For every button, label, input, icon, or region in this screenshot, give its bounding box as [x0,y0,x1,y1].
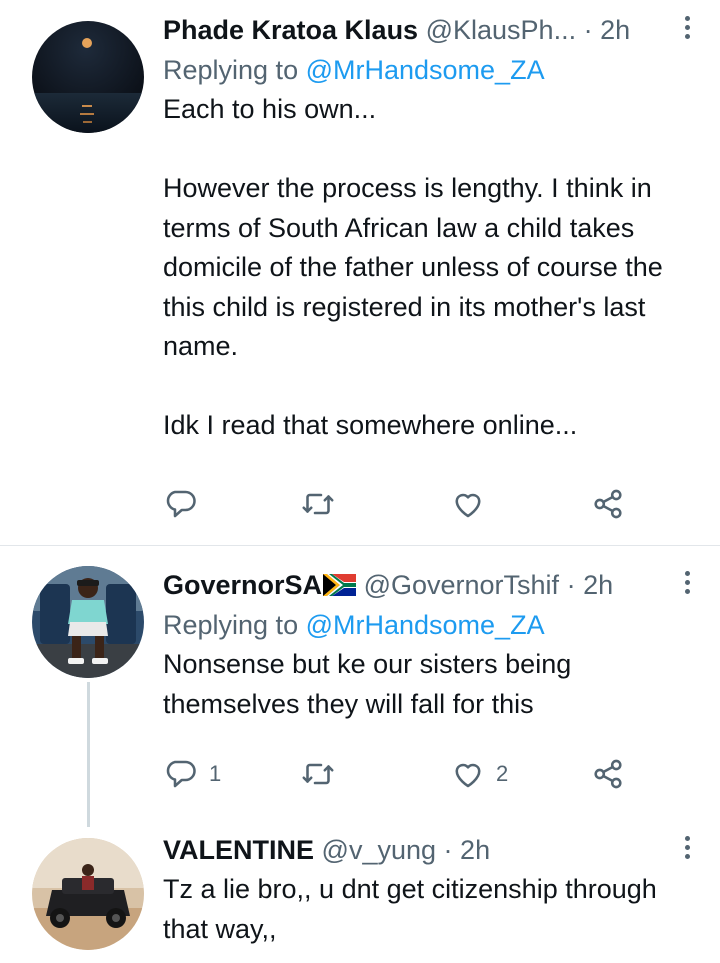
display-name[interactable]: VALENTINE [163,835,314,865]
replying-to: Replying to @MrHandsome_ZA [163,50,700,90]
reply-count: 1 [209,761,222,786]
tweet-actions [163,484,643,524]
like-button[interactable]: 2 [450,754,508,794]
avatar[interactable] [32,838,144,950]
replying-to-label: Replying to [163,55,306,85]
retweet-icon [302,493,334,515]
replying-to: Replying to @MrHandsome_ZA [163,605,700,645]
retweet-button[interactable] [300,484,336,524]
avatar[interactable] [32,566,144,678]
reply-icon [166,760,196,788]
tweet-text: Nonsense but ke our sisters being themse… [163,649,579,719]
retweet-icon [302,763,334,785]
more-options-icon[interactable] [682,571,692,599]
heart-icon [455,493,481,518]
user-handle[interactable]: @GovernorTshif [364,570,559,600]
separator-dot: · [566,570,576,600]
user-handle[interactable]: @KlausPh... [426,15,576,45]
share-icon [594,489,622,519]
tweet-1[interactable]: Phade Kratoa Klaus @KlausPh... · 2h Repl… [0,0,720,545]
display-name[interactable]: GovernorSA [163,570,322,600]
retweet-button[interactable] [300,754,336,794]
like-count: 2 [496,761,509,786]
mention-link[interactable]: @MrHandsome_ZA [306,610,545,640]
share-icon [594,759,622,789]
reply-button[interactable]: 1 [163,754,221,794]
tweet-header: VALENTINE @v_yung · 2h [163,832,700,868]
tweet-2[interactable]: GovernorSA @GovernorTshif · 2h Replying … [0,546,720,963]
replying-to-label: Replying to [163,610,306,640]
tweet-text: Each to his own... However the process i… [163,94,663,440]
tweet-actions: 1 2 [163,754,643,794]
tweet-header: GovernorSA @GovernorTshif · 2h [163,567,700,603]
mention-link[interactable]: @MrHandsome_ZA [306,55,545,85]
more-options-icon[interactable] [682,836,692,864]
thread-line [87,682,90,827]
timestamp[interactable]: 2h [460,835,490,865]
share-button[interactable] [590,484,626,524]
south-africa-flag-icon [323,574,357,596]
separator-dot: · [583,15,593,45]
more-options-icon[interactable] [682,16,692,44]
tweet-text: Tz a lie bro,, u dnt get citizenship thr… [163,874,665,944]
timestamp[interactable]: 2h [600,15,630,45]
timestamp[interactable]: 2h [583,570,613,600]
reply-button[interactable] [163,484,209,524]
reply-icon [166,490,196,518]
avatar[interactable] [32,21,144,133]
separator-dot: · [443,835,453,865]
user-handle[interactable]: @v_yung [322,835,436,865]
tweet-3[interactable]: VALENTINE @v_yung · 2h Tz a lie bro,, u … [163,832,700,949]
heart-icon [455,763,481,788]
like-button[interactable] [450,484,496,524]
share-button[interactable] [590,754,626,794]
tweet-header: Phade Kratoa Klaus @KlausPh... · 2h [163,12,700,48]
display-name[interactable]: Phade Kratoa Klaus [163,15,418,45]
